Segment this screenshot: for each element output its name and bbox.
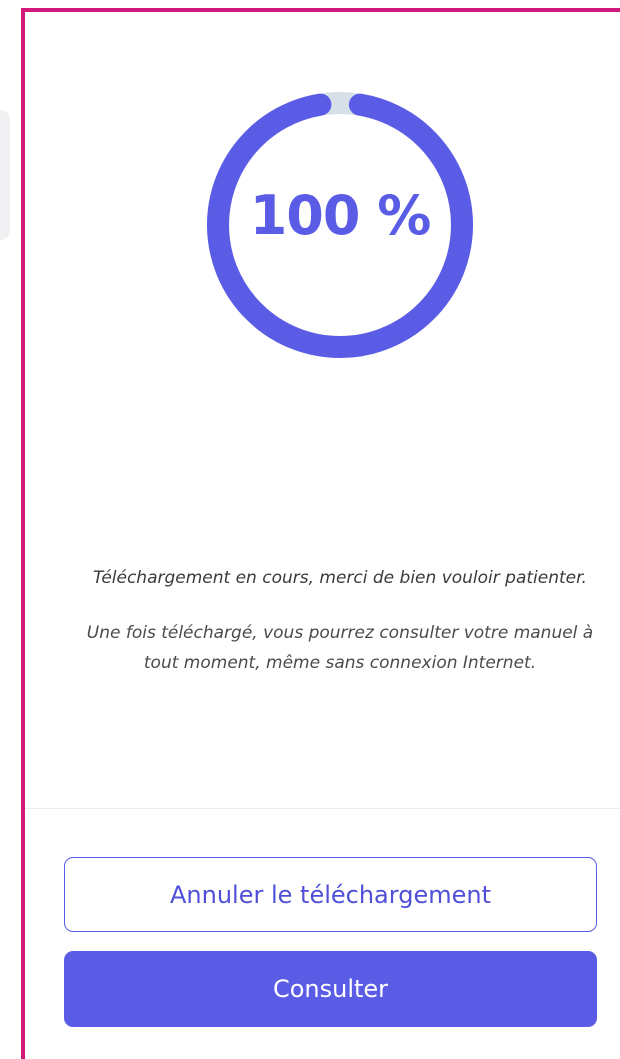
screen: 100 % Téléchargement en cours, merci de … <box>0 0 620 1059</box>
consult-button[interactable]: Consulter <box>64 951 597 1027</box>
progress-ring: 100 % <box>195 65 485 365</box>
offline-info-text: Une fois téléchargé, vous pourrez consul… <box>86 623 594 673</box>
cancel-download-label: Annuler le téléchargement <box>170 880 491 909</box>
progress-percent: 100 % <box>249 183 432 247</box>
consult-label: Consulter <box>272 975 389 1003</box>
cancel-download-button[interactable]: Annuler le téléchargement <box>64 857 597 932</box>
footer-divider <box>25 808 620 809</box>
background-panel-edge <box>0 110 10 240</box>
download-status-text: Téléchargement en cours, merci de bien v… <box>93 568 587 588</box>
